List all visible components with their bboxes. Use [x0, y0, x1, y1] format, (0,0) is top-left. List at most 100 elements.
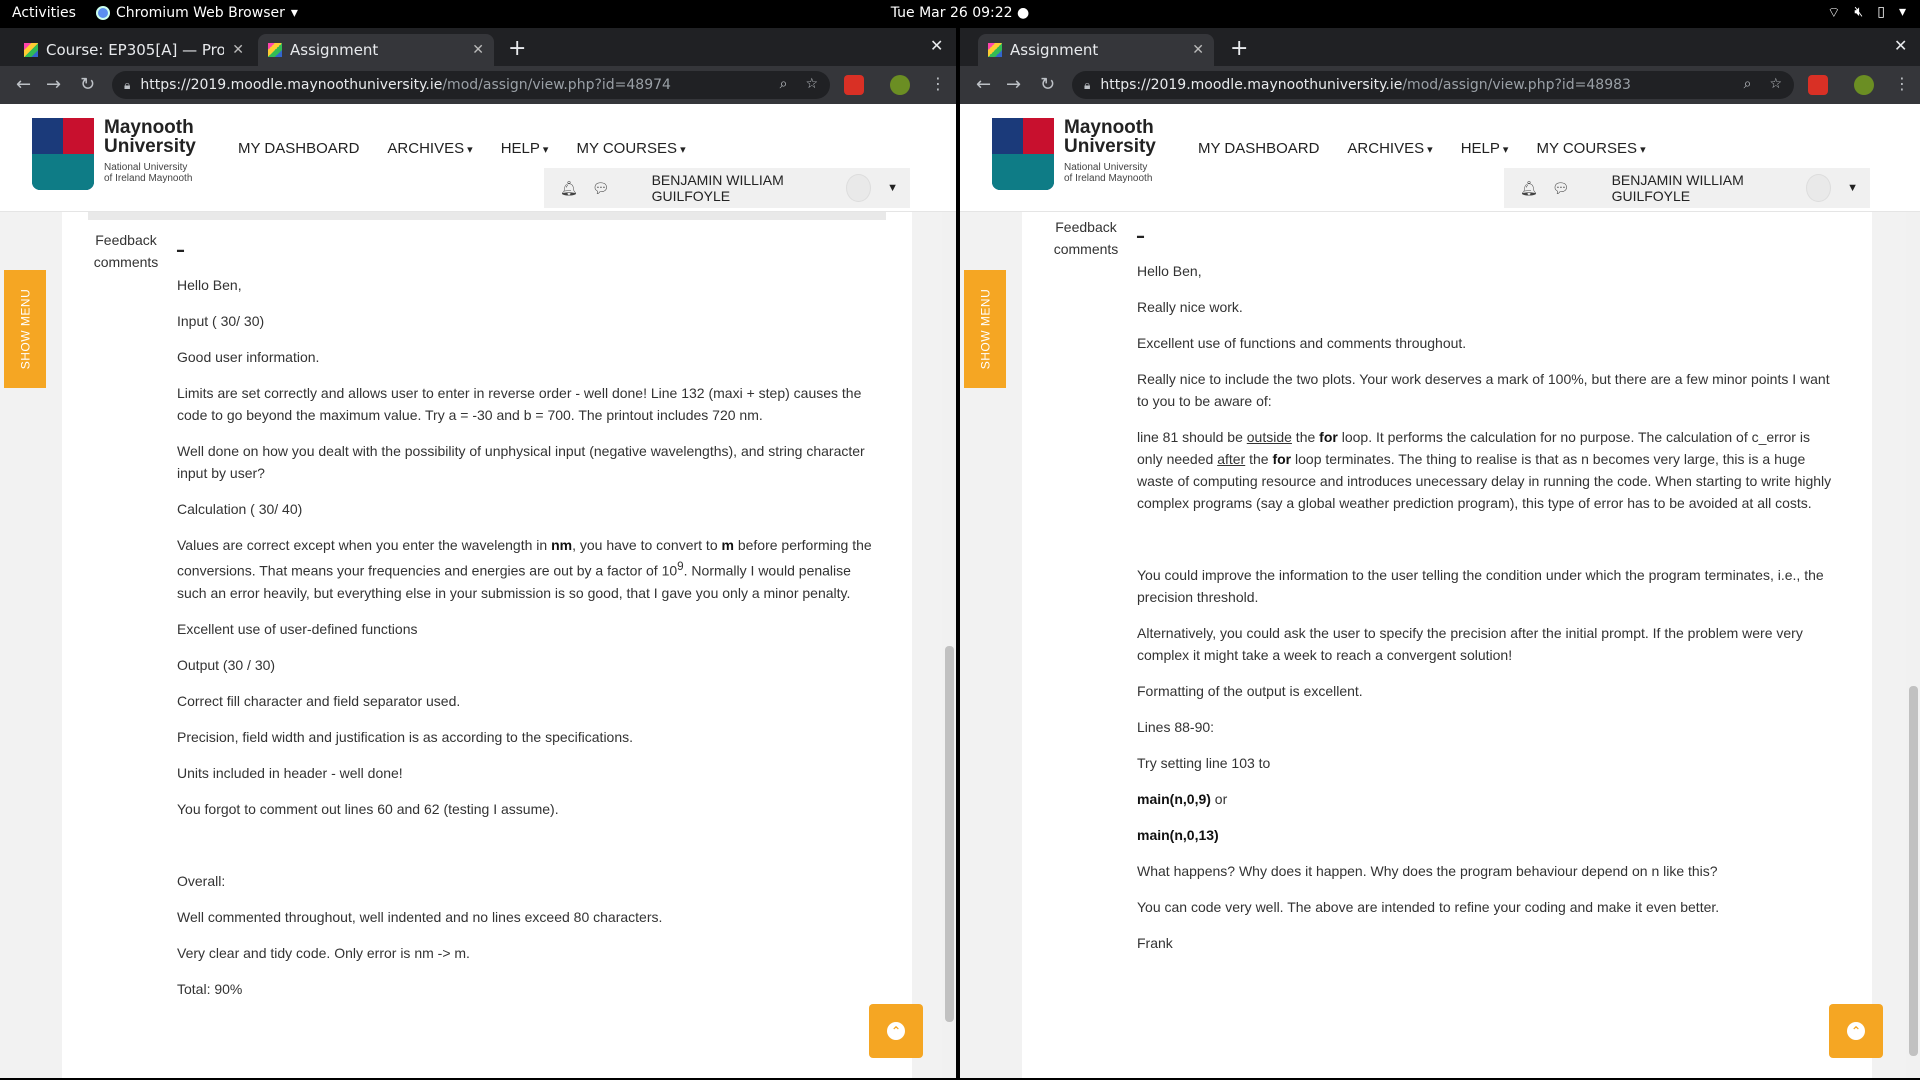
- feedback-text: Hello Ben, Really nice work. Excellent u…: [1137, 260, 1837, 968]
- new-tab-button[interactable]: +: [508, 36, 526, 61]
- window-close-button[interactable]: ✕: [930, 36, 943, 55]
- address-bar[interactable]: 🔒︎ https://2019.moodle.maynoothuniversit…: [112, 71, 830, 99]
- scrollbar-thumb[interactable]: [945, 646, 954, 1022]
- bold-run: for: [1272, 451, 1292, 467]
- wifi-icon: ⌔: [1827, 5, 1841, 21]
- feedback-paragraph: Units included in header - well done!: [177, 764, 403, 781]
- user-menu-chevron-icon[interactable]: ▼: [1847, 182, 1858, 194]
- user-bar: 🔔︎ 💬︎ BENJAMIN WILLIAM GUILFOYLE ▼: [544, 168, 910, 208]
- close-icon[interactable]: ✕: [472, 42, 484, 58]
- star-icon[interactable]: ☆: [1769, 76, 1782, 92]
- clock[interactable]: Tue Mar 26 09:22: [891, 5, 1013, 21]
- app-menu-label: Chromium Web Browser: [116, 5, 285, 21]
- back-button[interactable]: ←: [16, 74, 31, 95]
- logo-name-line2: University: [1064, 136, 1156, 157]
- forward-button[interactable]: →: [1006, 74, 1021, 95]
- nav-my-dashboard[interactable]: MY DASHBOARD: [1198, 140, 1319, 157]
- tab-course[interactable]: Course: EP305[A] — Prog ✕: [14, 34, 254, 66]
- chat-bubble-icon[interactable]: 💬︎: [1552, 180, 1570, 197]
- forward-button[interactable]: →: [46, 74, 61, 95]
- back-to-top-button[interactable]: ⌃: [869, 1004, 923, 1058]
- back-to-top-button[interactable]: ⌃: [1829, 1004, 1883, 1058]
- user-avatar[interactable]: [1806, 174, 1832, 202]
- nav-my-dashboard[interactable]: MY DASHBOARD: [238, 140, 359, 157]
- logo-name-line1: Maynooth: [1064, 117, 1154, 138]
- chat-bubble-icon[interactable]: 💬︎: [592, 180, 610, 197]
- feedback-paragraph: Good user information.: [177, 349, 320, 365]
- nav-help[interactable]: HELP: [1461, 140, 1509, 157]
- close-icon[interactable]: ✕: [1192, 42, 1204, 58]
- maynooth-logo[interactable]: Maynooth University National University of…: [32, 118, 197, 192]
- bold-run: nm: [551, 537, 573, 553]
- bold-run: for: [1319, 429, 1338, 445]
- feedback-paragraph: Excellent use of user-defined functions: [177, 620, 418, 637]
- back-button[interactable]: ←: [976, 74, 991, 95]
- nav-help[interactable]: HELP: [501, 140, 549, 157]
- main-nav: MY DASHBOARD ARCHIVES HELP MY COURSES: [238, 140, 686, 157]
- system-top-bar: Activities Chromium Web Browser ▾ Tue Ma…: [0, 0, 1920, 28]
- power-menu-icon: ▾: [1898, 4, 1906, 20]
- system-tray[interactable]: ⌔ 🔇︎ ▯ ▾: [1827, 4, 1906, 22]
- feedback-label-line1: Feedback: [95, 232, 157, 248]
- tab-strip: Assignment ✕ + ✕: [960, 28, 1920, 66]
- search-icon[interactable]: ⌕: [1744, 76, 1752, 92]
- bold-run: m: [721, 537, 734, 553]
- bell-icon[interactable]: 🔔︎: [1520, 180, 1538, 197]
- feedback-comments-label: Feedback comments: [90, 229, 162, 273]
- tab-label: Assignment: [1010, 41, 1099, 59]
- user-name[interactable]: BENJAMIN WILLIAM GUILFOYLE: [1612, 172, 1799, 204]
- scrollbar[interactable]: [1906, 212, 1920, 1078]
- scrollbar[interactable]: [942, 212, 956, 1078]
- code-line: main(n,0,9) or: [1137, 788, 1837, 810]
- tab-assignment[interactable]: Assignment ✕: [978, 34, 1214, 66]
- user-avatar[interactable]: [846, 174, 872, 202]
- moodle-favicon-icon: [24, 43, 38, 57]
- star-icon[interactable]: ☆: [805, 76, 818, 92]
- feedback-paragraph: Input ( 30/ 30): [177, 313, 265, 329]
- logo-sub-line2: of Ireland Maynooth: [1064, 173, 1153, 184]
- nav-my-courses[interactable]: MY COURSES: [1536, 140, 1645, 157]
- lock-icon: 🔒︎: [124, 77, 131, 92]
- activities-button[interactable]: Activities: [12, 5, 76, 21]
- extension-calendar-icon[interactable]: [1808, 75, 1828, 95]
- chevron-up-icon: ⌃: [887, 1022, 905, 1040]
- browser-toolbar: ← → ↻ 🔒︎ https://2019.moodle.maynoothuni…: [0, 66, 956, 104]
- feedback-paragraph: Precision, field width and justification…: [177, 728, 634, 745]
- nav-archives[interactable]: ARCHIVES: [387, 140, 472, 157]
- browser-menu-icon[interactable]: ⋮: [930, 74, 946, 93]
- feedback-comments-label: Feedback comments: [1050, 216, 1122, 260]
- profile-avatar-icon[interactable]: [890, 75, 910, 95]
- show-menu-label: SHOW MENU: [978, 288, 992, 370]
- main-nav: MY DASHBOARD ARCHIVES HELP MY COURSES: [1198, 140, 1646, 157]
- url-host: https://2019.moodle.maynoothuniversity.i…: [140, 77, 443, 93]
- nav-archives[interactable]: ARCHIVES: [1347, 140, 1432, 157]
- browser-menu-icon[interactable]: ⋮: [1894, 74, 1910, 93]
- profile-avatar-icon[interactable]: [1854, 75, 1874, 95]
- reload-button[interactable]: ↻: [80, 74, 95, 95]
- tab-assignment[interactable]: Assignment ✕: [258, 34, 494, 66]
- maynooth-logo[interactable]: Maynooth University National University of…: [992, 118, 1157, 192]
- divider: [88, 212, 886, 220]
- feedback-paragraph: Hello Ben,: [177, 277, 242, 293]
- text-run: , you have to convert to: [572, 537, 722, 553]
- search-icon[interactable]: ⌕: [780, 76, 788, 92]
- feedback-total: Total: 90%: [177, 980, 243, 997]
- close-icon[interactable]: ✕: [232, 42, 244, 58]
- scrollbar-thumb[interactable]: [1909, 686, 1918, 1056]
- extension-calendar-icon[interactable]: [844, 75, 864, 95]
- show-menu-button[interactable]: SHOW MENU: [964, 270, 1006, 388]
- new-tab-button[interactable]: +: [1230, 36, 1248, 61]
- show-menu-label: SHOW MENU: [18, 288, 32, 370]
- reload-button[interactable]: ↻: [1040, 74, 1055, 95]
- user-menu-chevron-icon[interactable]: ▼: [887, 182, 898, 194]
- address-bar[interactable]: 🔒︎ https://2019.moodle.maynoothuniversit…: [1072, 71, 1794, 99]
- chevron-up-icon: ⌃: [1847, 1022, 1865, 1040]
- user-name[interactable]: BENJAMIN WILLIAM GUILFOYLE: [652, 172, 839, 204]
- app-menu[interactable]: Chromium Web Browser ▾: [96, 5, 298, 21]
- bell-icon[interactable]: 🔔︎: [560, 180, 578, 197]
- show-menu-button[interactable]: SHOW MENU: [4, 270, 46, 388]
- nav-my-courses[interactable]: MY COURSES: [576, 140, 685, 157]
- feedback-paragraph-calc: Values are correct except when you enter…: [177, 534, 877, 604]
- window-close-button[interactable]: ✕: [1894, 36, 1907, 55]
